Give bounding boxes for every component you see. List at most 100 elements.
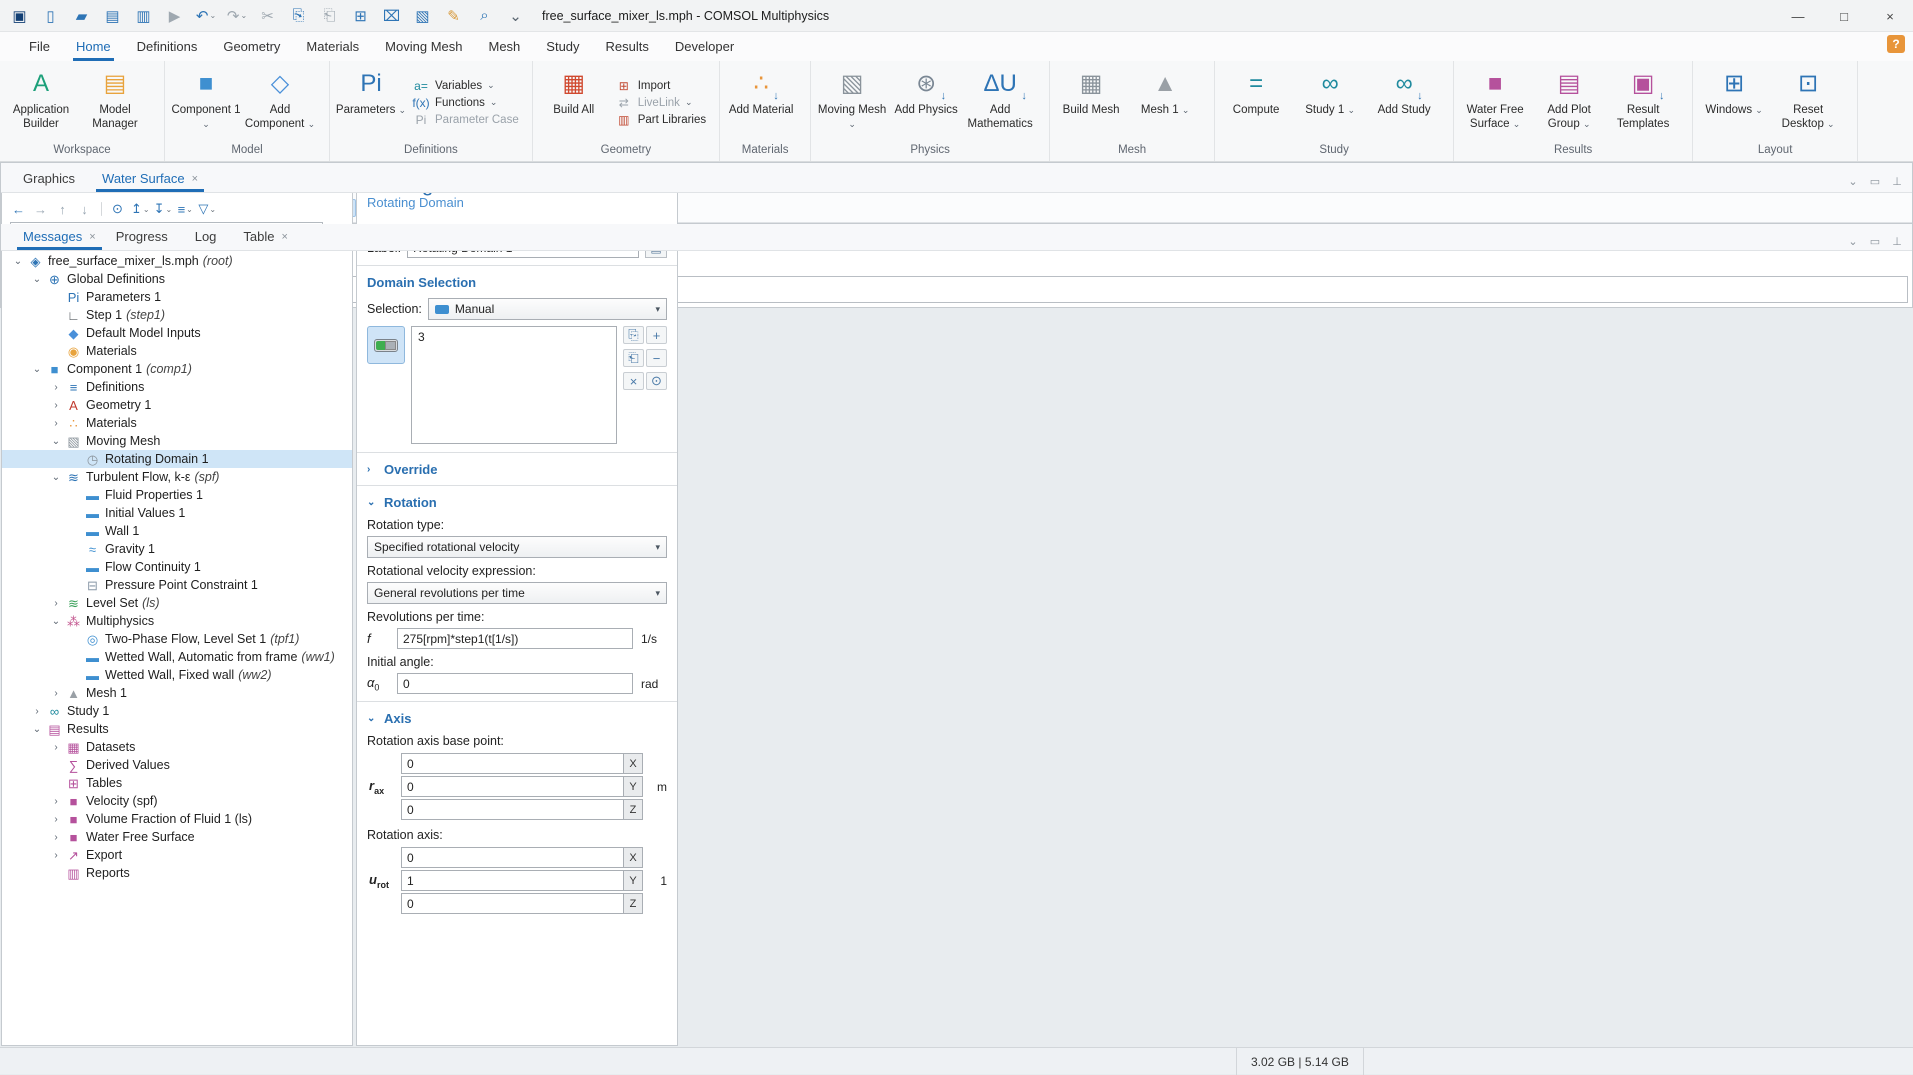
section-axis[interactable]: ⌄ Axis bbox=[367, 711, 667, 726]
tree-item[interactable]: › ∴ Materials bbox=[2, 414, 352, 432]
tree-item[interactable]: ▬ Fluid Properties 1 bbox=[2, 486, 352, 504]
section-rotation[interactable]: ⌄ Rotation bbox=[367, 495, 667, 510]
tree-item[interactable]: ⌄ ▤ Results bbox=[2, 720, 352, 738]
tree-item[interactable]: ∑ Derived Values bbox=[2, 756, 352, 774]
ribbon-button[interactable]: ▤ Model Manager bbox=[78, 63, 152, 142]
expand-icon[interactable]: › bbox=[48, 418, 64, 429]
expand-icon[interactable]: › bbox=[48, 742, 64, 753]
ribbon-button[interactable]: ⊡ Reset Desktop ⌄ bbox=[1771, 63, 1845, 142]
undo-icon[interactable]: ↶ ⌄ bbox=[194, 4, 218, 28]
draw-icon[interactable]: ✎ bbox=[442, 4, 466, 28]
expand-icon[interactable]: › bbox=[48, 850, 64, 861]
redo-icon[interactable]: ↷ ⌄ bbox=[225, 4, 249, 28]
ribbon-button[interactable]: = Compute bbox=[1219, 63, 1293, 142]
ribbon-button[interactable]: ⊞ Windows ⌄ bbox=[1697, 63, 1771, 142]
tree-item[interactable]: › ▦ Datasets bbox=[2, 738, 352, 756]
tree-item[interactable]: ▬ Initial Values 1 bbox=[2, 504, 352, 522]
ribbon-button[interactable]: ◇ Add Component ⌄ bbox=[243, 63, 317, 142]
expand-icon[interactable]: ⌄ bbox=[10, 256, 26, 267]
rpt-input[interactable] bbox=[397, 628, 633, 649]
tree-item[interactable]: ▬ Flow Continuity 1 bbox=[2, 558, 352, 576]
ribbon-button[interactable]: ▤ Add Plot Group ⌄ bbox=[1532, 63, 1606, 142]
selection-list[interactable]: 3 bbox=[411, 326, 617, 444]
tree-item[interactable]: ◎ Two-Phase Flow, Level Set 1 (tpf1) bbox=[2, 630, 352, 648]
help-icon[interactable]: ? bbox=[1887, 35, 1905, 53]
expand-all-icon[interactable]: ↥ ⌄ bbox=[131, 200, 150, 218]
initial-angle-input[interactable] bbox=[397, 673, 633, 694]
active-toggle-button[interactable] bbox=[367, 326, 405, 364]
menu-tab[interactable]: Geometry bbox=[210, 32, 293, 61]
tree-item[interactable]: ◆ Default Model Inputs bbox=[2, 324, 352, 342]
open-icon[interactable]: ▰ bbox=[70, 4, 94, 28]
expand-icon[interactable]: ⌄ bbox=[29, 364, 45, 375]
paste-selection-icon[interactable]: ⎗ bbox=[623, 349, 644, 367]
paste-icon[interactable]: ⎗ bbox=[318, 4, 342, 28]
ribbon-button[interactable]: A Application Builder bbox=[4, 63, 78, 142]
menu-tab[interactable]: Moving Mesh bbox=[372, 32, 475, 61]
close-button[interactable]: × bbox=[1867, 0, 1913, 32]
pin-icon[interactable]: ⊥ bbox=[1890, 175, 1904, 188]
ribbon-button[interactable]: ⊛ ↓ Add Physics bbox=[889, 63, 963, 142]
expand-icon[interactable]: ⌄ bbox=[29, 274, 45, 285]
back-icon[interactable]: ← bbox=[10, 200, 28, 218]
expand-icon[interactable]: › bbox=[48, 796, 64, 807]
graphics-tab[interactable]: Water Surface × bbox=[92, 171, 208, 192]
tree-item[interactable]: ⌄ ⁂ Multiphysics bbox=[2, 612, 352, 630]
expand-icon[interactable]: ⌄ bbox=[48, 436, 64, 447]
tree-item[interactable]: › ↗ Export bbox=[2, 846, 352, 864]
tree-item[interactable]: › A Geometry 1 bbox=[2, 396, 352, 414]
close-icon[interactable]: × bbox=[282, 231, 288, 243]
tree-item[interactable]: ⌄ ⊕ Global Definitions bbox=[2, 270, 352, 288]
tree-item[interactable]: ⌄ ◈ free_surface_mixer_ls.mph (root) bbox=[2, 252, 352, 270]
expand-icon[interactable]: ⌄ bbox=[29, 724, 45, 735]
menu-tab[interactable]: Home bbox=[63, 32, 124, 61]
expand-icon[interactable]: › bbox=[48, 382, 64, 393]
graphics-tab[interactable]: Graphics bbox=[13, 171, 92, 192]
expand-icon[interactable]: ⌄ bbox=[48, 616, 64, 627]
menu-tab[interactable]: Mesh bbox=[475, 32, 533, 61]
expand-icon[interactable]: › bbox=[48, 400, 64, 411]
ribbon-button[interactable]: Pi Parameter Case bbox=[412, 113, 524, 127]
tree-item[interactable]: › ≋ Level Set (ls) bbox=[2, 594, 352, 612]
ribbon-button[interactable]: ΔU ↓ Add Mathematics bbox=[963, 63, 1037, 142]
ribbon-button[interactable]: ▲ Mesh 1 ⌄ bbox=[1128, 63, 1202, 142]
expand-icon[interactable]: › bbox=[48, 688, 64, 699]
float-icon[interactable]: ▭ bbox=[1868, 175, 1882, 188]
axis-x-input[interactable] bbox=[401, 847, 623, 868]
tree-item[interactable]: ◉ Materials bbox=[2, 342, 352, 360]
rotation-type-dropdown[interactable]: Specified rotational velocity ▾ bbox=[367, 536, 667, 558]
move-up-icon[interactable]: ↑ bbox=[54, 200, 72, 218]
tree-item[interactable]: ≈ Gravity 1 bbox=[2, 540, 352, 558]
copy-selection-icon[interactable]: ⎘ bbox=[623, 326, 644, 344]
dock-tab[interactable]: Progress bbox=[106, 229, 185, 250]
toolbar-options-icon[interactable]: ⌄ bbox=[504, 4, 528, 28]
ribbon-button[interactable]: ▥ Part Libraries bbox=[615, 113, 711, 127]
tree-item[interactable]: ▥ Reports bbox=[2, 864, 352, 882]
base-z-input[interactable] bbox=[401, 799, 623, 820]
tree-item[interactable]: Pi Parameters 1 bbox=[2, 288, 352, 306]
ribbon-button[interactable]: ⇄ LiveLink ⌄ bbox=[615, 96, 711, 110]
ribbon-button[interactable]: ∞ Study 1 ⌄ bbox=[1293, 63, 1367, 142]
axis-z-input[interactable] bbox=[401, 893, 623, 914]
base-y-input[interactable] bbox=[401, 776, 623, 797]
menu-tab[interactable]: File bbox=[16, 32, 63, 61]
model-tree-nodes-icon[interactable]: ≡ ⌄ bbox=[176, 200, 194, 218]
tree-item[interactable]: ▬ Wall 1 bbox=[2, 522, 352, 540]
duplicate-icon[interactable]: ⊞ bbox=[349, 4, 373, 28]
delete-icon[interactable]: ⌧ bbox=[380, 4, 404, 28]
float-icon[interactable]: ▭ bbox=[1868, 235, 1882, 248]
ribbon-button[interactable]: ▧ Moving Mesh ⌄ bbox=[815, 63, 889, 142]
menu-tab[interactable]: Definitions bbox=[124, 32, 211, 61]
menu-tab[interactable]: Developer bbox=[662, 32, 747, 61]
expand-icon[interactable]: › bbox=[29, 706, 45, 717]
dock-tab[interactable]: Messages × bbox=[13, 229, 106, 250]
collapse-all-icon[interactable]: ↧ ⌄ bbox=[154, 200, 173, 218]
tree-item[interactable]: › ∞ Study 1 bbox=[2, 702, 352, 720]
copy-icon[interactable]: ⎘ bbox=[287, 4, 311, 28]
menu-tab[interactable]: Materials bbox=[293, 32, 372, 61]
ribbon-button[interactable]: ∞ ↓ Add Study bbox=[1367, 63, 1441, 142]
tree-item[interactable]: ▬ Wetted Wall, Fixed wall (ww2) bbox=[2, 666, 352, 684]
tree-item[interactable]: ⌄ ▧ Moving Mesh bbox=[2, 432, 352, 450]
minimize-button[interactable]: — bbox=[1775, 0, 1821, 32]
save-preview-icon[interactable]: ▥ bbox=[132, 4, 156, 28]
